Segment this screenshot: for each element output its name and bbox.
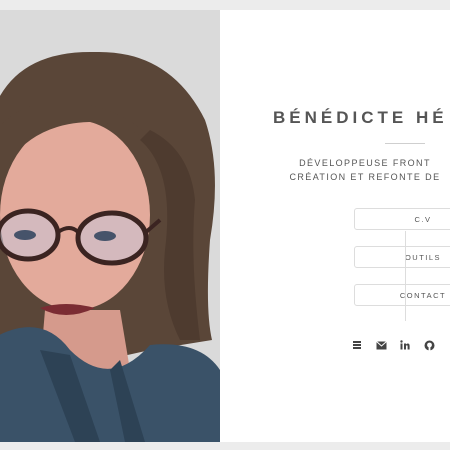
profile-content: BÉNÉDICTE HÉ DÉVELOPPEUSE FRONT CRÉATION…	[220, 10, 450, 442]
tagline: DÉVELOPPEUSE FRONT CRÉATION ET REFONTE D…	[220, 156, 450, 184]
main-nav: C.V OUTILS CONTACT	[354, 208, 450, 322]
profile-photo	[0, 10, 220, 442]
tagline-line-2: CRÉATION ET REFONTE DE	[289, 172, 441, 182]
outils-button[interactable]: OUTILS	[354, 246, 450, 268]
profile-name: BÉNÉDICTE HÉ	[273, 108, 448, 127]
cv-button[interactable]: C.V	[354, 208, 450, 230]
page-frame: BÉNÉDICTE HÉ DÉVELOPPEUSE FRONT CRÉATION…	[0, 10, 450, 442]
stack-icon[interactable]	[350, 338, 364, 352]
nav-connector	[405, 231, 406, 321]
linkedin-icon[interactable]	[398, 338, 412, 352]
contact-button[interactable]: CONTACT	[354, 284, 450, 306]
github-icon[interactable]	[422, 338, 436, 352]
social-links	[350, 338, 436, 352]
tagline-line-1: DÉVELOPPEUSE FRONT	[299, 158, 431, 168]
envelope-icon[interactable]	[374, 338, 388, 352]
divider	[385, 143, 425, 144]
